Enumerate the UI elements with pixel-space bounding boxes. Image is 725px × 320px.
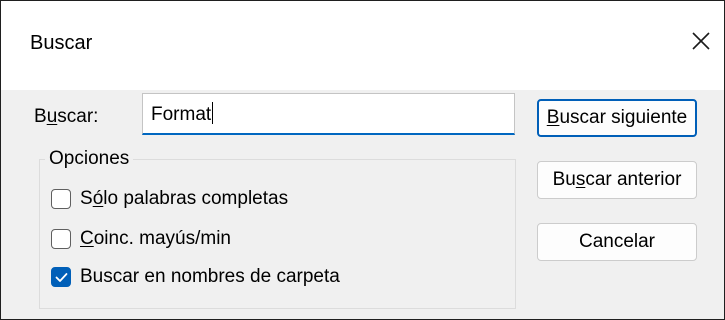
search-folder-names-checkbox-row[interactable]: Buscar en nombres de carpeta bbox=[51, 264, 340, 290]
find-previous-button[interactable]: Buscar anterior bbox=[537, 161, 697, 199]
search-input[interactable]: Format bbox=[142, 93, 515, 135]
find-dialog: Buscar Buscar: Format Opciones Sólo pala… bbox=[0, 0, 725, 320]
search-label: Buscar: bbox=[34, 106, 99, 127]
close-icon bbox=[692, 32, 710, 50]
dialog-title: Buscar bbox=[30, 32, 93, 54]
whole-words-label[interactable]: Sólo palabras completas bbox=[80, 188, 288, 210]
match-case-checkbox[interactable] bbox=[51, 229, 71, 249]
search-folder-names-label[interactable]: Buscar en nombres de carpeta bbox=[80, 266, 340, 288]
checkmark-icon bbox=[55, 273, 68, 282]
search-input-value: Format bbox=[151, 102, 214, 125]
cancel-button[interactable]: Cancelar bbox=[537, 223, 697, 261]
find-next-button[interactable]: Buscar siguiente bbox=[537, 99, 697, 137]
match-case-label[interactable]: Coinc. mayús/min bbox=[80, 228, 231, 250]
text-caret bbox=[212, 102, 214, 124]
close-button[interactable] bbox=[681, 21, 721, 61]
dialog-body: Buscar: Format Opciones Sólo palabras co… bbox=[1, 90, 724, 319]
whole-words-checkbox-row[interactable]: Sólo palabras completas bbox=[51, 186, 288, 212]
whole-words-checkbox[interactable] bbox=[51, 189, 71, 209]
match-case-checkbox-row[interactable]: Coinc. mayús/min bbox=[51, 226, 231, 252]
options-legend: Opciones bbox=[45, 148, 134, 170]
search-folder-names-checkbox[interactable] bbox=[51, 267, 71, 287]
title-bar: Buscar bbox=[1, 1, 724, 90]
